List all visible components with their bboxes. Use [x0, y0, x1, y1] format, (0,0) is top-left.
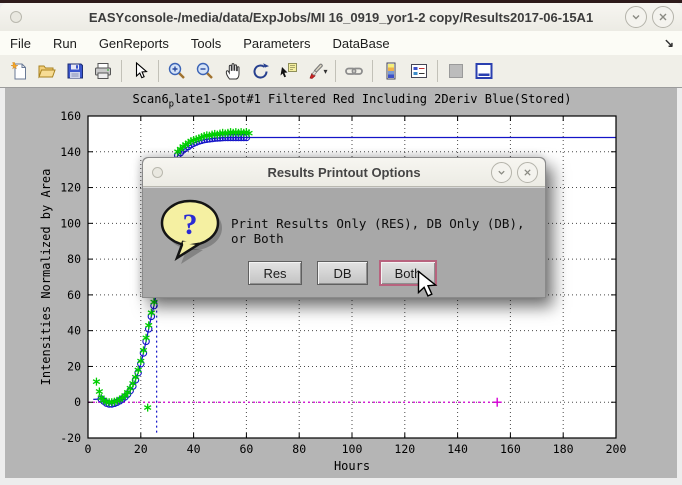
printer-icon: [93, 61, 113, 81]
toolbar: ▾: [0, 55, 682, 88]
rotate-icon: [251, 61, 271, 81]
close-icon: [658, 12, 668, 22]
dialog-body: ? Print Results Only (RES), DB Only (DB)…: [143, 187, 545, 297]
chevron-down-icon: [631, 12, 641, 22]
open-file-button[interactable]: [33, 57, 61, 85]
menubar: File Run GenReports Tools Parameters Dat…: [0, 31, 682, 55]
dock-arrow-icon[interactable]: ↘: [664, 36, 674, 50]
data-cursor-button[interactable]: [275, 57, 303, 85]
toolbar-separator: [158, 60, 159, 82]
save-icon: [65, 61, 85, 81]
window-menu-icon[interactable]: [10, 11, 22, 23]
brush-dropdown-caret[interactable]: ▾: [323, 67, 327, 76]
new-figure-button[interactable]: [5, 57, 33, 85]
close-button[interactable]: [652, 6, 674, 28]
chevron-down-icon: [497, 168, 506, 177]
question-icon: ?: [157, 196, 229, 270]
hide-plot-tools-button[interactable]: [442, 57, 470, 85]
toolbar-separator: [437, 60, 438, 82]
results-printout-dialog: Results Printout Options ? Print Results…: [142, 157, 546, 298]
show-plot-tools-button[interactable]: [470, 57, 498, 85]
open-folder-icon: [37, 61, 57, 81]
window-titlebar: EASYconsole-/media/data/ExpJobs/MI 16_09…: [0, 3, 682, 32]
db-button[interactable]: DB: [317, 261, 368, 285]
plot-tools-on-icon: [474, 61, 494, 81]
minimize-button[interactable]: [625, 6, 647, 28]
pan-button[interactable]: [219, 57, 247, 85]
plot-title: Scan6plate1-Spot#1 Filtered Red Includin…: [88, 92, 616, 109]
plot-tools-off-icon: [446, 61, 466, 81]
toolbar-separator: [335, 60, 336, 82]
insert-legend-button[interactable]: [405, 57, 433, 85]
x-axis-label: Hours: [88, 459, 616, 473]
rotate-3d-button[interactable]: [247, 57, 275, 85]
res-button[interactable]: Res: [248, 261, 302, 285]
menu-tools[interactable]: Tools: [191, 33, 233, 54]
menu-parameters[interactable]: Parameters: [243, 33, 322, 54]
pointer-button[interactable]: [126, 57, 154, 85]
zoom-out-icon: [195, 61, 215, 81]
toolbar-separator: [372, 60, 373, 82]
link-plots-button[interactable]: [340, 57, 368, 85]
dialog-message: Print Results Only (RES), DB Only (DB), …: [231, 216, 541, 246]
menu-database[interactable]: DataBase: [332, 33, 401, 54]
zoom-out-button[interactable]: [191, 57, 219, 85]
hand-icon: [223, 61, 243, 81]
new-document-icon: [9, 61, 29, 81]
close-icon: [523, 168, 532, 177]
dialog-close-button[interactable]: [517, 162, 538, 183]
pointer-icon: [130, 61, 150, 81]
print-figure-button[interactable]: [89, 57, 117, 85]
menu-run[interactable]: Run: [53, 33, 89, 54]
colorbar-icon: [381, 61, 401, 81]
link-icon: [344, 61, 364, 81]
menu-genreports[interactable]: GenReports: [99, 33, 181, 54]
window-title: EASYconsole-/media/data/ExpJobs/MI 16_09…: [0, 10, 682, 25]
save-figure-button[interactable]: [61, 57, 89, 85]
brush-button[interactable]: ▾: [303, 57, 331, 85]
legend-icon: [409, 61, 429, 81]
dialog-minimize-button[interactable]: [491, 162, 512, 183]
zoom-in-button[interactable]: [163, 57, 191, 85]
dialog-window-menu-icon[interactable]: [152, 167, 163, 178]
dialog-titlebar[interactable]: Results Printout Options: [143, 158, 545, 187]
menu-file[interactable]: File: [10, 33, 43, 54]
insert-colorbar-button[interactable]: [377, 57, 405, 85]
y-axis-label: Intensities Normalized by Area: [39, 169, 53, 386]
both-button[interactable]: Both: [379, 260, 437, 286]
zoom-in-icon: [167, 61, 187, 81]
data-cursor-icon: [279, 61, 299, 81]
app-window: EASYconsole-/media/data/ExpJobs/MI 16_09…: [0, 0, 682, 485]
dialog-title: Results Printout Options: [143, 165, 545, 180]
svg-text:?: ?: [183, 208, 198, 241]
toolbar-separator: [121, 60, 122, 82]
